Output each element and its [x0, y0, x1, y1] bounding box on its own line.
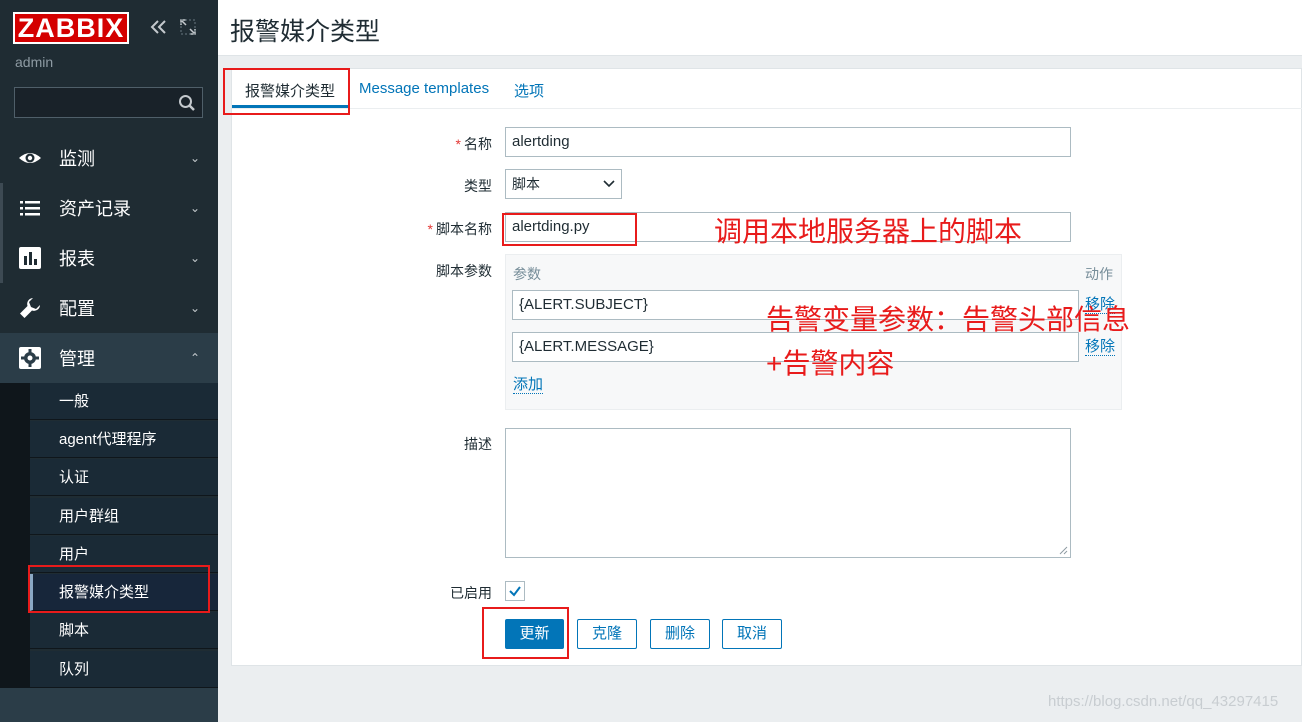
kiosk-mode-icon[interactable]: [178, 17, 198, 37]
collapse-sidebar-icon[interactable]: [148, 16, 170, 38]
username: admin: [15, 54, 54, 70]
submenu-general[interactable]: 一般: [30, 383, 218, 420]
wrench-icon: [20, 298, 40, 318]
submenu-proxies[interactable]: agent代理程序: [30, 421, 218, 458]
type-select-value: 脚本: [512, 176, 540, 192]
eye-icon: [19, 153, 41, 163]
params-column-header: 参数: [513, 266, 541, 282]
resize-handle-icon[interactable]: [1058, 545, 1068, 555]
annotation-script-note: 调用本地服务器上的脚本: [714, 216, 1023, 247]
cancel-button[interactable]: 取消: [722, 619, 782, 649]
admin-submenu: 一般 agent代理程序 认证 用户群组 用户 报警媒介类型 脚本 队列: [0, 383, 218, 688]
description-textarea[interactable]: [505, 428, 1071, 558]
submenu-authentication[interactable]: 认证: [30, 459, 218, 496]
chevron-down-icon: ⌄: [190, 201, 201, 215]
script-name-label: * 脚本名称: [427, 221, 492, 237]
chevron-up-icon: ⌃: [190, 351, 201, 365]
menu-inventory[interactable]: 资产记录 ⌄: [0, 183, 218, 233]
annotation-params-note-2: +告警内容: [766, 348, 895, 379]
name-input[interactable]: alertding: [505, 127, 1071, 157]
description-label: 描述: [464, 436, 492, 452]
enabled-label: 已启用: [450, 585, 492, 601]
checkmark-icon: [509, 586, 521, 597]
submenu-queue[interactable]: 队列: [30, 651, 218, 688]
add-param-link[interactable]: 添加: [513, 377, 544, 394]
menu-label: 报表: [59, 249, 95, 269]
zabbix-logo[interactable]: ZABBIX: [13, 12, 129, 44]
clone-button[interactable]: 克隆: [577, 619, 637, 649]
remove-param-link[interactable]: 移除: [1085, 339, 1116, 356]
menu-label: 资产记录: [59, 199, 131, 219]
tab-bar: 报警媒介类型 Message templates 选项: [232, 69, 1302, 109]
annotation-box-menu: [28, 565, 210, 613]
annotation-params-note-1: 告警变量参数：告警头部信息: [766, 304, 1131, 335]
submenu-indent: [0, 383, 30, 688]
type-label: 类型: [464, 178, 492, 194]
submenu-scripts[interactable]: 脚本: [30, 612, 218, 649]
required-marker: *: [455, 136, 461, 152]
menu-administration[interactable]: 管理 ⌃: [0, 333, 218, 383]
watermark: https://blog.csdn.net/qq_43297415: [1048, 693, 1279, 710]
menu-label: 配置: [59, 299, 95, 319]
menu-monitoring[interactable]: 监测 ⌄: [0, 133, 218, 183]
chevron-down-icon: ⌄: [190, 151, 201, 165]
page-header: 报警媒介类型: [218, 0, 1302, 56]
menu-configuration[interactable]: 配置 ⌄: [0, 283, 218, 333]
sidebar-footer: [0, 688, 218, 722]
sidebar: ZABBIX admin 监测 ⌄ 资产记录 ⌄ 报表 ⌄ 配置 ⌄ 管理 ⌃ …: [0, 0, 218, 722]
script-params-label: 脚本参数: [436, 263, 492, 279]
required-marker: *: [427, 221, 433, 237]
bar-chart-icon: [19, 247, 41, 269]
list-icon: [20, 201, 40, 216]
action-column-header: 动作: [1085, 266, 1113, 282]
annotation-box-tab: [223, 68, 350, 115]
sidebar-search-input[interactable]: [14, 87, 203, 118]
menu-label: 管理: [59, 349, 95, 369]
submenu-user-groups[interactable]: 用户群组: [30, 498, 218, 535]
menu-label: 监测: [59, 149, 95, 169]
tab-options[interactable]: 选项: [514, 80, 544, 101]
chevron-down-icon: [603, 180, 615, 188]
tab-message-templates[interactable]: Message templates: [359, 80, 489, 97]
name-label: * 名称: [455, 136, 492, 152]
enabled-checkbox[interactable]: [505, 581, 525, 601]
delete-button[interactable]: 删除: [650, 619, 710, 649]
menu-reports[interactable]: 报表 ⌄: [0, 233, 218, 283]
type-select[interactable]: 脚本: [505, 169, 622, 199]
annotation-box-update: [482, 607, 569, 659]
chevron-down-icon: ⌄: [190, 301, 201, 315]
gear-icon: [19, 347, 41, 369]
chevron-down-icon: ⌄: [190, 251, 201, 265]
annotation-box-script: [502, 213, 637, 246]
search-icon[interactable]: [178, 94, 196, 112]
page-title: 报警媒介类型: [230, 18, 381, 46]
